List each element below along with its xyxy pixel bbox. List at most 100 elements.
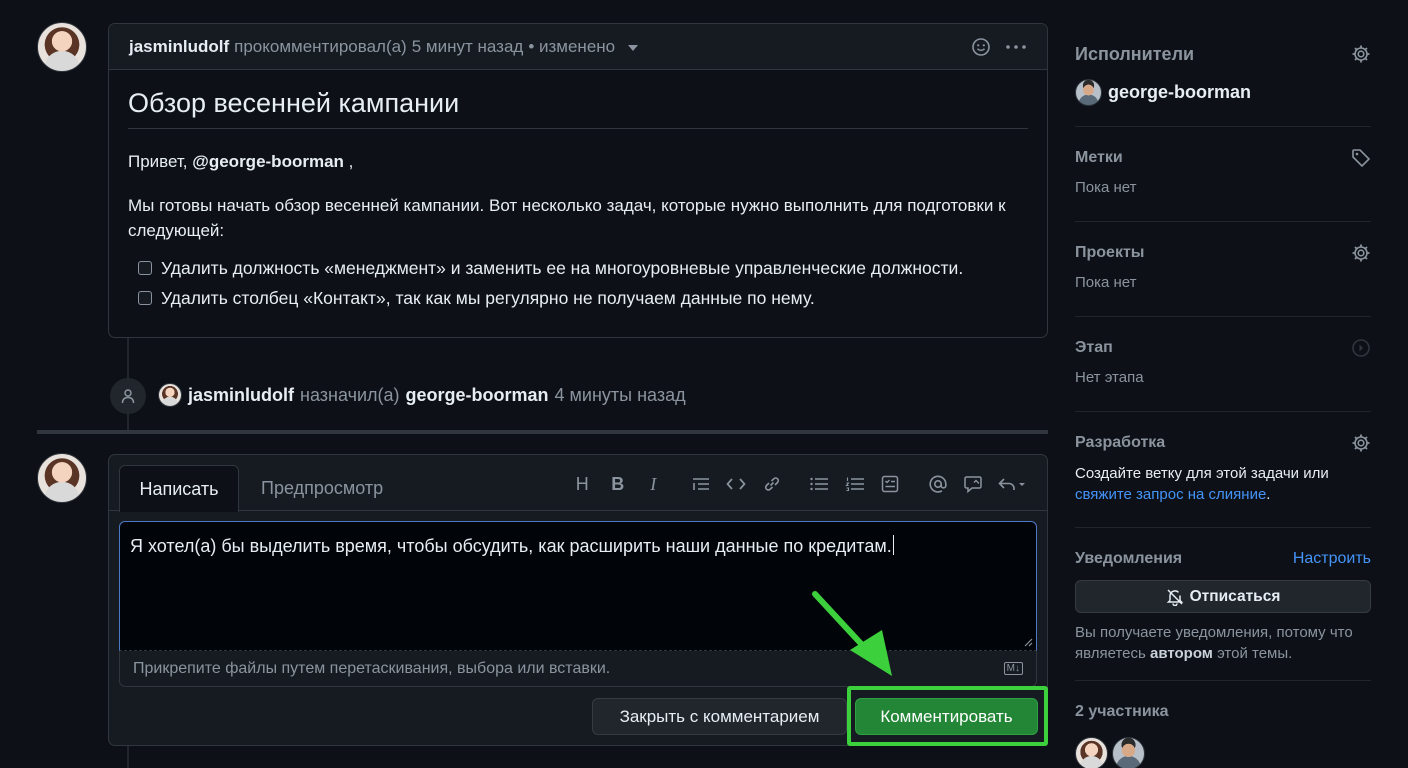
author-avatar[interactable] [37, 22, 87, 72]
sidebar-divider [1075, 221, 1371, 222]
tab-write[interactable]: Написать [119, 465, 239, 512]
kebab-horizontal-icon[interactable] [1005, 37, 1027, 57]
ordered-list-icon[interactable] [837, 471, 873, 497]
task-checkbox[interactable] [138, 291, 152, 305]
milestone-icon[interactable] [1351, 338, 1371, 358]
current-user-avatar[interactable] [37, 453, 87, 503]
comment-title: Обзор весенней кампании [128, 88, 1028, 129]
participants-header: 2 участника [1075, 701, 1371, 723]
heading-button[interactable]: H [565, 471, 601, 497]
tab-preview[interactable]: Предпросмотр [261, 465, 383, 512]
task-list-item: Удалить столбец «Контакт», так как мы ре… [138, 283, 1028, 313]
link-icon[interactable] [754, 471, 790, 497]
event-target-link[interactable]: george-boorman [406, 385, 549, 406]
labels-header[interactable]: Метки [1075, 147, 1371, 169]
configure-notifications-link[interactable]: Настроить [1293, 550, 1371, 568]
resize-grip-icon[interactable] [1023, 637, 1033, 647]
development-header[interactable]: Разработка [1075, 432, 1371, 454]
person-icon [110, 378, 146, 414]
smiley-icon[interactable] [971, 37, 991, 57]
development-end: . [1266, 486, 1271, 503]
sidebar-divider [1075, 126, 1371, 127]
event-time[interactable]: 4 минуты назад [555, 385, 686, 406]
event-action: назначил(а) [300, 384, 400, 405]
bold-button[interactable]: B [600, 471, 636, 497]
projects-header[interactable]: Проекты [1075, 242, 1371, 264]
unordered-list-icon[interactable] [802, 471, 838, 497]
projects-value: Пока нет [1075, 274, 1137, 291]
milestone-header[interactable]: Этап [1075, 337, 1371, 359]
editor-tabs: Написать Предпросмотр H B I [109, 455, 1047, 512]
notifications-label: Уведомления [1075, 550, 1183, 567]
comment-textarea-value: Я хотел(а) бы выделить время, чтобы обсу… [130, 536, 892, 556]
notif-text-2: этой темы. [1217, 645, 1293, 662]
comment-author-link[interactable]: jasminludolf [129, 37, 229, 57]
assignees-header[interactable]: Исполнители [1075, 43, 1371, 65]
comment-paragraph: Мы готовы начать обзор весенней кампании… [128, 196, 1006, 240]
gear-icon[interactable] [1351, 44, 1371, 64]
assignee-item[interactable]: george-boorman [1075, 79, 1371, 106]
milestone-value: Нет этапа [1075, 369, 1144, 386]
greeting-end: , [348, 152, 354, 171]
assignees-section: Исполнители george-boorman [1075, 43, 1371, 106]
edited-label[interactable]: • изменено [528, 37, 615, 57]
sidebar-divider [1075, 680, 1371, 681]
italic-button[interactable]: I [636, 471, 672, 497]
participants-section: 2 участника [1075, 701, 1371, 768]
notif-text-1: Вы получаете уведомления, потому что явл… [1075, 624, 1353, 662]
labels-value: Пока нет [1075, 179, 1137, 196]
development-section: Разработка Создайте ветку для этой задач… [1075, 432, 1371, 505]
quote-icon[interactable] [683, 471, 719, 497]
task-text: Удалить столбец «Контакт», так как мы ре… [161, 287, 815, 308]
task-checkbox[interactable] [138, 261, 152, 275]
cross-reference-icon[interactable] [956, 471, 992, 497]
assignee-name: george-boorman [1108, 82, 1252, 102]
development-text: Создайте ветку для этой задачи или свяжи… [1075, 463, 1371, 505]
notifications-section: Уведомления Настроить Отписаться Вы полу… [1075, 548, 1371, 664]
participant-avatar[interactable] [1075, 737, 1108, 768]
comment-button[interactable]: Комментировать [855, 698, 1038, 735]
gear-icon[interactable] [1351, 243, 1371, 263]
markdown-icon[interactable]: M↓ [1003, 662, 1023, 675]
tag-icon[interactable] [1351, 148, 1371, 168]
user-mention[interactable]: @george-boorman [192, 152, 344, 171]
assignee-avatar [1075, 79, 1102, 106]
task-text: Удалить должность «менеджмент» и заменит… [161, 257, 964, 278]
text-cursor [892, 535, 894, 555]
unsubscribe-button[interactable]: Отписаться [1075, 580, 1371, 613]
reply-dropdown-icon[interactable] [991, 471, 1033, 497]
task-list-item: Удалить должность «менеджмент» и заменит… [138, 253, 1028, 283]
milestone-section: Этап Нет этапа [1075, 337, 1371, 386]
assignment-event: jasminludolf назначил(а) george-boorman … [158, 382, 686, 408]
labels-section: Метки Пока нет [1075, 147, 1371, 196]
link-pull-request-link[interactable]: свяжите запрос на слияние [1075, 486, 1266, 503]
greeting-line: Привет, @george-boorman , [128, 149, 1028, 174]
event-actor-link[interactable]: jasminludolf [188, 385, 294, 406]
milestone-label: Этап [1075, 339, 1113, 356]
sidebar-divider [1075, 411, 1371, 412]
comment-editor: Написать Предпросмотр H B I Я хотел(а) б… [108, 454, 1048, 746]
projects-label: Проекты [1075, 244, 1145, 261]
comment-header: jasminludolf прокомментировал(а) 5 минут… [109, 24, 1047, 70]
development-label: Разработка [1075, 434, 1166, 451]
comment-time[interactable]: 5 минут назад [412, 37, 524, 57]
issue-comment: jasminludolf прокомментировал(а) 5 минут… [108, 23, 1048, 338]
actor-avatar[interactable] [158, 383, 182, 407]
notification-reason: Вы получаете уведомления, потому что явл… [1075, 622, 1371, 664]
gear-icon[interactable] [1351, 433, 1371, 453]
formatting-toolbar: H B I [565, 471, 1034, 497]
issue-sidebar: Исполнители george-boorman Метки Пока не… [1075, 0, 1371, 768]
close-with-comment-button[interactable]: Закрыть с комментарием [592, 698, 847, 735]
comment-body: Обзор весенней кампании Привет, @george-… [109, 70, 1047, 331]
pointer-arrow-icon [810, 590, 900, 685]
edit-history-chevron-down-icon[interactable] [628, 44, 639, 51]
participants-label: 2 участника [1075, 703, 1169, 720]
attach-hint: Прикрепите файлы путем перетаскивания, в… [133, 659, 611, 677]
task-list-icon[interactable] [873, 471, 909, 497]
mention-icon[interactable] [920, 471, 956, 497]
notifications-header: Уведомления Настроить [1075, 548, 1371, 570]
participant-avatar[interactable] [1112, 737, 1145, 768]
greeting-text: Привет, [128, 152, 188, 171]
code-icon[interactable] [719, 471, 755, 497]
labels-label: Метки [1075, 149, 1123, 166]
